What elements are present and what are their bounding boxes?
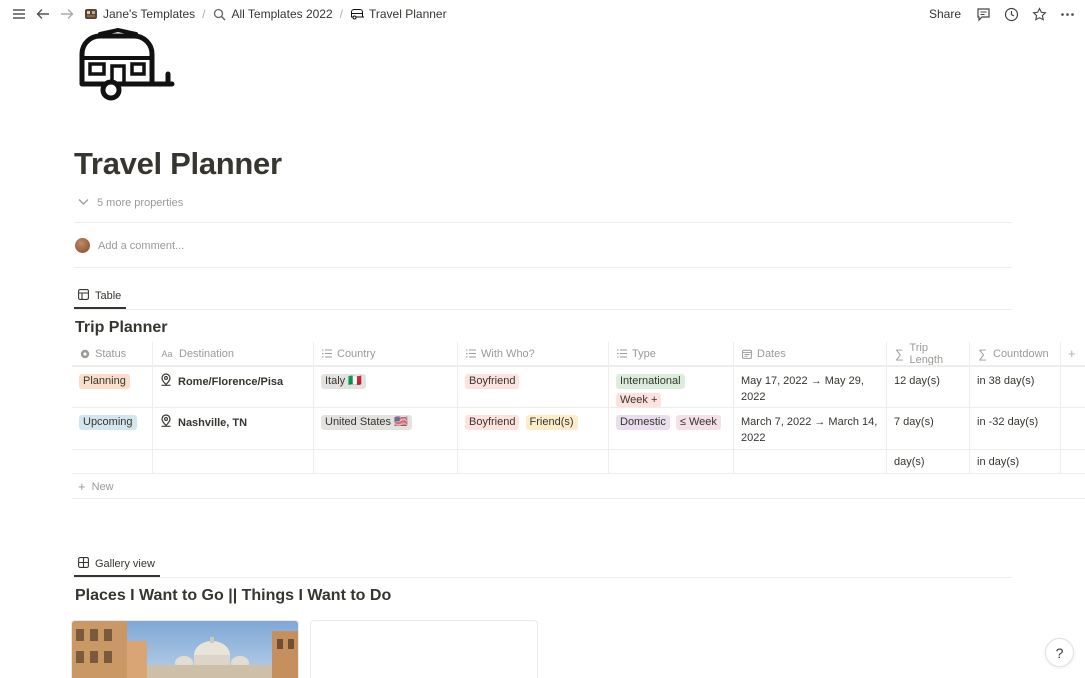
calendar-icon (741, 348, 752, 359)
formula-icon: ∑ (894, 346, 904, 361)
type-tag: Week + (616, 393, 662, 407)
countdown-value: in day(s) (970, 450, 1061, 473)
more-options-icon[interactable] (1059, 6, 1075, 22)
page-title[interactable]: Travel Planner (74, 146, 282, 182)
menu-icon[interactable] (10, 5, 28, 23)
with-who-tag: Boyfriend (465, 415, 520, 430)
breadcrumb-current[interactable]: Travel Planner (350, 7, 447, 21)
top-bar-actions: Share (929, 0, 1075, 28)
column-header-country[interactable]: Country (314, 342, 458, 365)
type-tag: ≤ Week (675, 415, 721, 430)
destination-name: Rome/Florence/Pisa (178, 376, 284, 388)
trip-length-value: 7 day(s) (887, 408, 970, 449)
type-tag: Domestic (616, 415, 670, 430)
multi-select-icon (465, 348, 476, 359)
forward-arrow-icon[interactable] (58, 5, 76, 23)
gallery-card-cover-image (72, 621, 298, 678)
clock-icon[interactable] (1003, 6, 1019, 22)
camper-trailer-icon (350, 7, 364, 21)
gallery-card[interactable] (71, 620, 299, 678)
type-tag: International (616, 374, 685, 389)
star-icon[interactable] (1031, 6, 1047, 22)
table-title[interactable]: Trip Planner (75, 319, 167, 337)
divider (72, 498, 1085, 499)
countdown-value: in 38 day(s) (970, 367, 1061, 407)
gallery-card[interactable] (310, 620, 538, 678)
multi-select-icon (616, 348, 627, 359)
top-bar: Jane's Templates / All Templates 2022 / … (0, 0, 1085, 28)
tab-gallery-view[interactable]: Gallery view (78, 557, 155, 571)
chevron-down-icon (78, 197, 89, 209)
country-tag: Italy 🇮🇹 (321, 374, 366, 389)
gallery-icon (78, 557, 89, 571)
destination-name: Nashville, TN (178, 417, 248, 429)
table-row[interactable]: Upcoming Nashville, TN United States 🇺🇸 … (72, 408, 1085, 450)
page-icon-camper-trailer[interactable] (78, 27, 176, 102)
add-column-button[interactable]: + (1061, 342, 1085, 365)
divider (74, 222, 1012, 223)
table-header-row: Status Aa Destination Country With Who? … (72, 342, 1085, 366)
dates-value: May 17, 2022 → May 29, 2022 (734, 367, 887, 407)
multi-select-icon (321, 348, 332, 359)
workspace-icon (84, 7, 98, 21)
avatar (75, 238, 90, 253)
breadcrumb-separator: / (202, 7, 206, 21)
help-button[interactable]: ? (1045, 638, 1074, 667)
countdown-value: in -32 day(s) (970, 408, 1061, 449)
plus-icon: + (78, 479, 86, 494)
map-pin-icon (160, 414, 172, 432)
country-tag: United States 🇺🇸 (321, 415, 412, 430)
column-header-with-who[interactable]: With Who? (458, 342, 609, 365)
map-pin-icon (160, 373, 172, 391)
column-header-trip-length[interactable]: ∑ Trip Length (887, 342, 970, 365)
divider (74, 577, 1012, 578)
status-badge: Upcoming (79, 415, 137, 430)
table-row[interactable]: day(s) in day(s) (72, 450, 1085, 474)
breadcrumb-parent[interactable]: All Templates 2022 (212, 7, 333, 21)
back-arrow-icon[interactable] (34, 5, 52, 23)
column-header-destination[interactable]: Aa Destination (153, 342, 314, 365)
new-row-button[interactable]: + New (78, 479, 114, 494)
tab-table-view[interactable]: Table (78, 289, 121, 303)
divider (74, 267, 1012, 268)
table-row[interactable]: Planning Rome/Florence/Pisa Italy 🇮🇹 Boy… (72, 366, 1085, 408)
dates-value: March 7, 2022 → March 14, 2022 (734, 408, 887, 449)
column-header-status[interactable]: Status (72, 342, 153, 365)
plus-icon: + (1068, 346, 1076, 361)
status-badge: Planning (79, 374, 130, 389)
breadcrumb-separator: / (339, 7, 343, 21)
formula-icon: ∑ (978, 346, 987, 361)
magnifier-icon (212, 7, 226, 21)
gallery-title[interactable]: Places I Want to Go || Things I Want to … (75, 587, 391, 605)
title-property-icon: Aa (161, 348, 173, 359)
with-who-tag: Boyfriend (465, 374, 520, 389)
comments-icon[interactable] (975, 6, 991, 22)
trip-length-value: day(s) (887, 450, 970, 473)
column-header-dates[interactable]: Dates (734, 342, 887, 365)
more-properties-toggle[interactable]: 5 more properties (78, 197, 183, 209)
with-who-tag: Friend(s) (525, 415, 578, 430)
breadcrumb-workspace[interactable]: Jane's Templates (84, 7, 195, 21)
comment-input[interactable]: Add a comment... (75, 238, 184, 253)
share-button[interactable]: Share (929, 7, 961, 21)
column-header-countdown[interactable]: ∑ Countdown (970, 342, 1061, 365)
table-icon (78, 289, 89, 303)
trip-length-value: 12 day(s) (887, 367, 970, 407)
column-header-type[interactable]: Type (609, 342, 734, 365)
divider (74, 309, 1012, 310)
status-icon (79, 348, 90, 359)
